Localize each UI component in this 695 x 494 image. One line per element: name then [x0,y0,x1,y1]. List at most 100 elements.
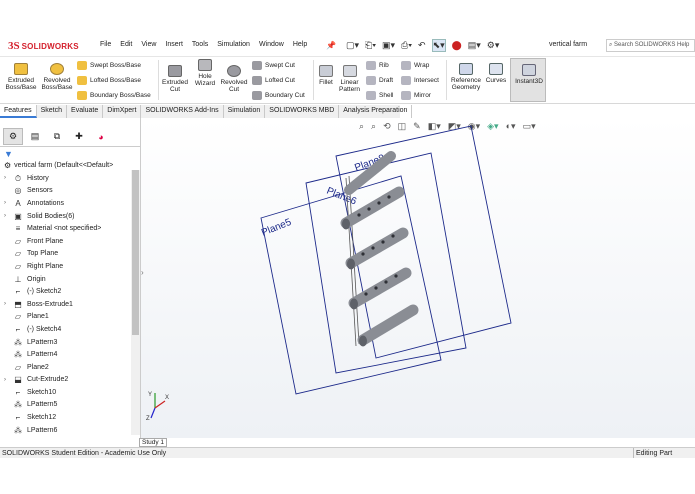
tree-item[interactable]: ⌐ Sketch10 [0,386,130,399]
tree-scrollbar[interactable] [131,170,140,435]
extruded-boss-button[interactable]: Extruded Boss/Base [4,63,38,91]
print-icon[interactable]: ⎙▾ [401,40,412,51]
menu-view[interactable]: View [141,41,156,48]
tab-evaluate[interactable]: Evaluate [67,105,104,118]
undo-icon[interactable]: ↶ [418,40,426,51]
intersect-button[interactable]: Intersect [401,76,439,85]
hole-wizard-button[interactable]: Hole Wizard [191,59,219,87]
tree-item[interactable]: ▱ Plane2 [0,361,130,374]
extruded-cut-button[interactable]: Extruded Cut [160,65,190,93]
pin-icon[interactable]: 📌 [326,41,336,50]
tree-item[interactable]: › ⏱ History [0,172,130,185]
open-icon[interactable]: ⎗▾ [365,40,376,51]
property-manager-tab-icon[interactable]: ▤ [25,128,45,145]
draft-label: Draft [379,77,394,84]
scrollbar-thumb[interactable] [132,170,139,335]
study-tab[interactable]: Study 1 [139,438,167,447]
tab-mbd[interactable]: SOLIDWORKS MBD [265,105,340,118]
wrap-button[interactable]: Wrap [401,61,429,70]
material-icon: ≡ [15,224,21,234]
menu-window[interactable]: Window [259,41,284,48]
solidworks-logo[interactable]: 3S SOLIDWORKS [8,40,79,52]
dimxpert-manager-tab-icon[interactable]: ✚ [69,128,89,145]
menu-file[interactable]: File [100,41,111,48]
tree-item[interactable]: ▱ Right Plane [0,260,130,273]
lofted-cut-button[interactable]: Lofted Cut [252,76,295,85]
tree-item[interactable]: ⁂ LPattern4 [0,348,130,361]
new-document-icon[interactable]: ▢▾ [346,40,359,51]
linear-pattern-button[interactable]: Linear Pattern [337,65,362,93]
fillet-icon [319,65,333,77]
panel-collapse-handle-icon[interactable]: › [141,268,144,277]
tree-item[interactable]: ⌐ (-) Sketch2 [0,285,130,298]
triad-z-axis [150,407,156,419]
linear-pattern-icon [342,65,357,77]
cylinder-group[interactable] [340,151,419,347]
tab-sketch[interactable]: Sketch [37,105,68,118]
expand-arrow-icon[interactable]: › [4,200,6,206]
menu-simulation[interactable]: Simulation [217,41,250,48]
expand-arrow-icon[interactable]: › [4,301,6,307]
fillet-button[interactable]: Fillet [316,65,336,86]
configuration-manager-tab-icon[interactable]: ⧉ [47,128,67,145]
search-input[interactable]: ⌕ Search SOLIDWORKS Help [606,39,695,52]
revolved-boss-button[interactable]: Revolved Boss/Base [40,63,74,91]
tree-item[interactable]: ◎ Sensors [0,185,130,198]
history-icon: ⏱ [14,173,22,183]
swept-boss-button[interactable]: Swept Boss/Base [77,61,141,70]
tree-item[interactable]: ▱ Front Plane [0,235,130,248]
swept-cut-button[interactable]: Swept Cut [252,61,295,70]
tree-item[interactable]: › A Annotations [0,197,130,210]
display-manager-tab-icon[interactable]: ◕ [91,128,111,145]
tab-addins[interactable]: SOLIDWORKS Add-Ins [141,105,224,118]
menu-edit[interactable]: Edit [120,41,132,48]
curves-button[interactable]: Curves [485,63,507,84]
boundary-cut-button[interactable]: Boundary Cut [252,91,305,100]
revolved-cut-button[interactable]: Revolved Cut [219,65,249,93]
boundary-boss-button[interactable]: Boundary Boss/Base [77,91,151,100]
tree-item[interactable]: ⌐ (-) Sketch4 [0,323,130,336]
revolved-cut-label-1: Revolved [220,79,248,86]
instant3d-button[interactable]: Instant3D [510,58,546,102]
cylinder-3[interactable] [345,227,409,269]
tree-item[interactable]: ▱ Plane1 [0,311,130,324]
draft-button[interactable]: Draft [366,76,393,85]
tree-item[interactable]: › ⬓ Cut-Extrude2 [0,374,130,387]
save-icon[interactable]: ▣▾ [382,40,395,51]
file-properties-icon[interactable]: ▤▾ [468,40,481,51]
tree-item[interactable]: › ⬒ Boss-Extrude1 [0,298,130,311]
menu-tools[interactable]: Tools [192,41,208,48]
tree-item[interactable]: ⁂ LPattern5 [0,399,130,412]
feature-manager-tab-icon[interactable]: ⚙ [3,128,23,145]
filter-icon[interactable]: ▼ [4,149,13,159]
tree-item[interactable]: ⊥ Origin [0,273,130,286]
extruded-cut-label-2: Cut [169,86,181,93]
lofted-boss-button[interactable]: Lofted Boss/Base [77,76,141,85]
tree-item[interactable]: ≡ Material <not specified> [0,222,130,235]
menu-insert[interactable]: Insert [165,41,183,48]
rib-button[interactable]: Rib [366,61,389,70]
menu-help[interactable]: Help [293,41,307,48]
tab-simulation[interactable]: Simulation [224,105,266,118]
expand-arrow-icon[interactable]: › [4,377,6,383]
options-icon[interactable]: ⚙▾ [487,40,500,51]
expand-arrow-icon[interactable]: › [4,175,6,181]
tab-features[interactable]: Features [0,105,37,118]
tree-item[interactable]: ⁂ LPattern3 [0,336,130,349]
select-icon[interactable]: ⬉▾ [431,39,446,52]
cylinder-end [350,298,358,310]
mirror-button[interactable]: Mirror [401,91,431,100]
expand-arrow-icon[interactable]: › [4,213,6,219]
graphics-area[interactable]: ⌕ ⌕ ⟲ ◫ ✎ ◧▾ ◩▾ ◉▾ ◈▾ ◐▾ ▭▾ Plane8 Plane… [141,118,695,438]
rebuild-icon[interactable]: ⬤ [452,40,462,51]
tree-item[interactable]: ⌐ Sketch12 [0,411,130,424]
tab-analysis-preparation[interactable]: Analysis Preparation [339,105,413,118]
shell-button[interactable]: Shell [366,91,393,100]
tree-item[interactable]: ⁂ LPattern6 [0,424,130,437]
tab-dimxpert[interactable]: DimXpert [103,105,142,118]
cylinder-5[interactable] [357,304,419,346]
tree-item[interactable]: › ▣ Solid Bodies(6) [0,210,130,223]
tree-root[interactable]: ⚙ vertical farm (Default<<Default> [4,161,113,170]
reference-geometry-button[interactable]: Reference Geometry [449,63,483,91]
tree-item[interactable]: ▱ Top Plane [0,248,130,261]
